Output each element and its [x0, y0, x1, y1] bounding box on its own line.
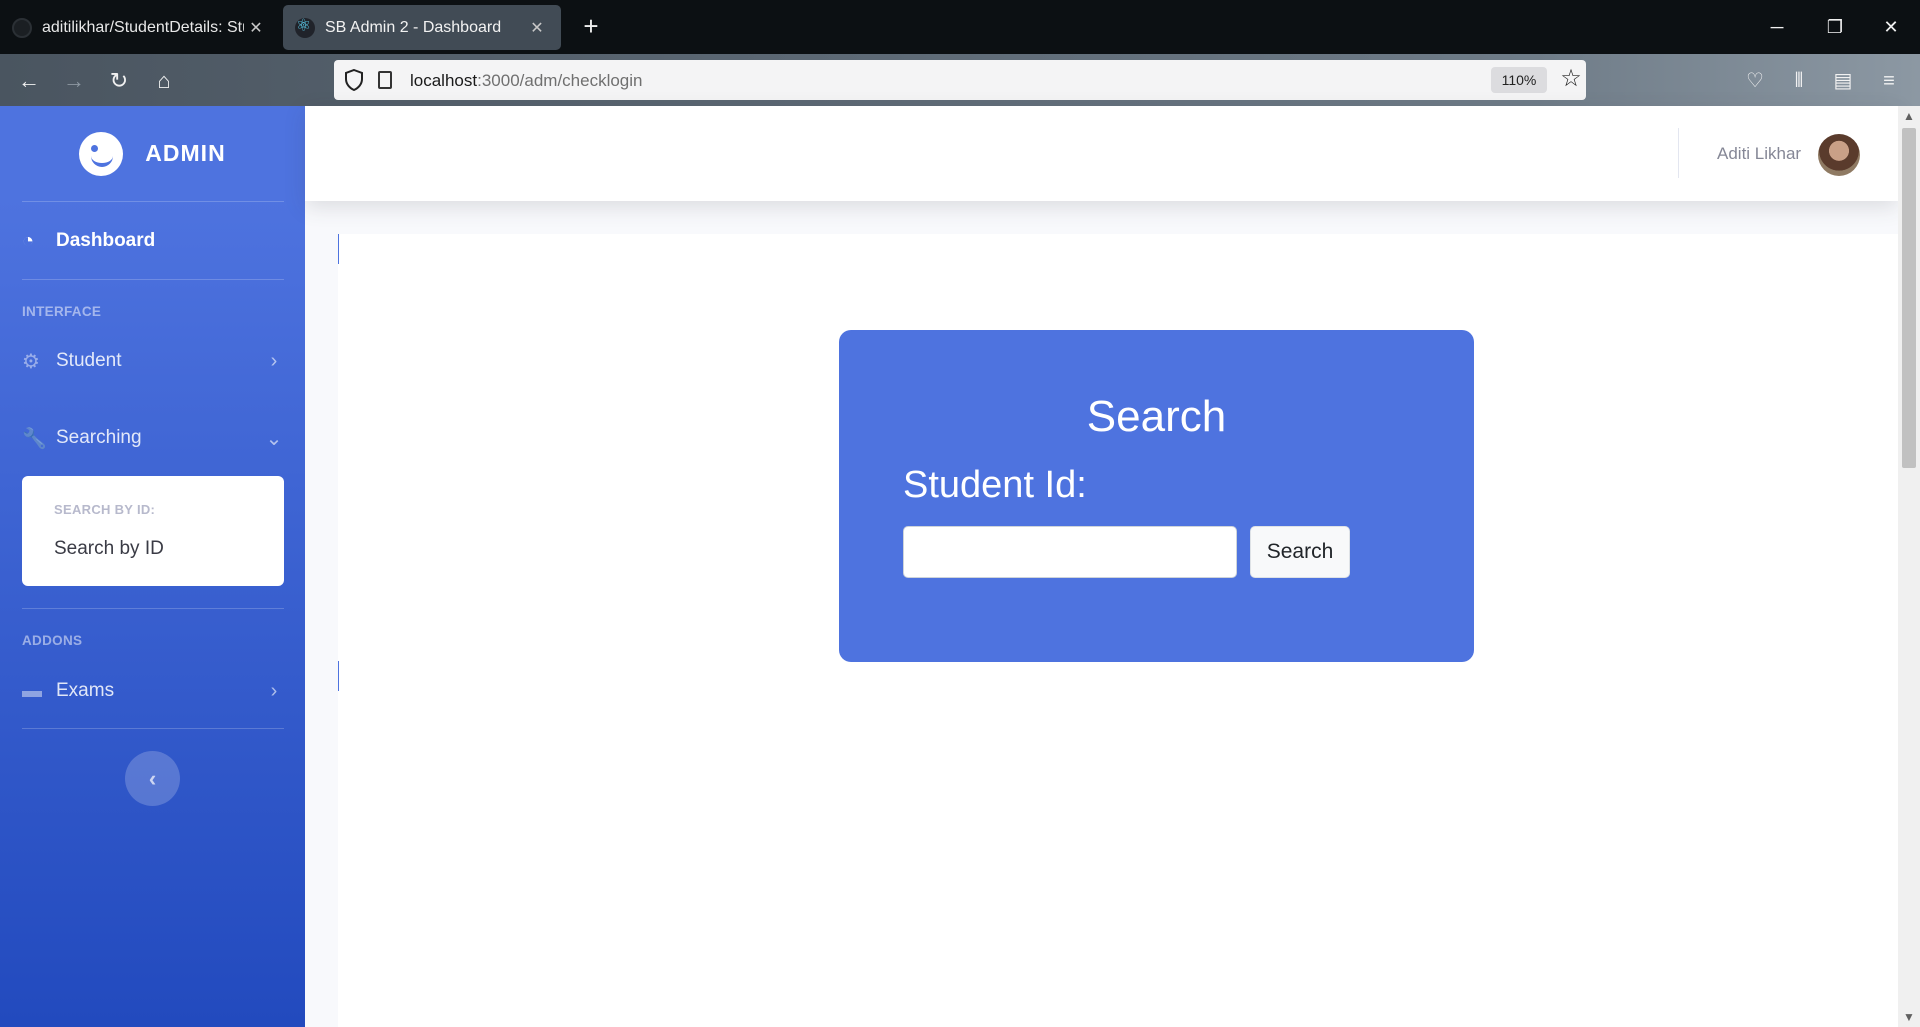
- wrench-icon: 🔧: [22, 427, 47, 450]
- submenu-item-search-by-id[interactable]: Search by ID: [54, 538, 164, 560]
- browser-tab-bar: aditilikhar/StudentDetails: Stude ✕ SB A…: [0, 0, 1920, 54]
- close-tab-icon[interactable]: ✕: [244, 18, 268, 38]
- tab-title: SB Admin 2 - Dashboard: [325, 18, 502, 36]
- back-icon[interactable]: ←: [12, 64, 46, 98]
- home-icon[interactable]: ⌂: [147, 64, 181, 98]
- topbar: Aditi Likhar: [305, 106, 1898, 201]
- bookmark-star-icon[interactable]: ☆: [1556, 64, 1586, 94]
- browser-tab-dashboard[interactable]: SB Admin 2 - Dashboard ✕: [283, 5, 561, 50]
- sidebar-item-exams[interactable]: ▬ Exams ›: [22, 669, 284, 713]
- chevron-down-icon: ⌄: [265, 427, 283, 450]
- browser-nav-bar: ← → ↻ ⌂ localhost:3000/adm/checklogin 11…: [0, 54, 1920, 106]
- reader-view-icon[interactable]: ▤: [1826, 64, 1860, 98]
- sidebar-item-searching[interactable]: 🔧 Searching ⌄: [22, 416, 284, 460]
- zoom-level-badge[interactable]: 110%: [1491, 67, 1547, 93]
- sidebar-heading-interface: INTERFACE: [22, 304, 102, 319]
- sidebar-item-dashboard[interactable]: ◔ Dashboard: [22, 219, 284, 263]
- search-card: Search Student Id: Search: [839, 330, 1474, 662]
- scrollbar-thumb[interactable]: [1902, 128, 1916, 468]
- laugh-wink-icon: [79, 131, 124, 176]
- tachometer-icon: ◔: [22, 229, 35, 252]
- sidebar-brand[interactable]: ADMIN: [0, 106, 305, 201]
- close-window-button[interactable]: ✕: [1866, 10, 1916, 44]
- close-tab-icon[interactable]: ✕: [525, 18, 549, 38]
- restore-window-button[interactable]: ❐: [1810, 10, 1860, 44]
- library-icon[interactable]: ⫴: [1782, 64, 1816, 98]
- user-name[interactable]: Aditi Likhar: [1717, 144, 1801, 164]
- sidebar-divider: [22, 201, 284, 202]
- page-icon: [378, 71, 392, 89]
- sidebar: ADMIN ◔ Dashboard INTERFACE ⚙ Student › …: [0, 106, 305, 1027]
- student-id-label: Student Id:: [903, 464, 1087, 506]
- sidebar-item-label: Searching: [56, 427, 142, 448]
- chevron-right-icon: ›: [270, 679, 278, 702]
- searching-submenu: SEARCH BY ID: Search by ID: [22, 476, 284, 586]
- folder-icon: ▬: [22, 679, 42, 702]
- student-id-input[interactable]: [903, 526, 1237, 578]
- gear-icon: ⚙: [22, 350, 40, 373]
- sidebar-item-label: Student: [56, 350, 122, 371]
- sidebar-toggle-button[interactable]: ‹: [125, 751, 180, 806]
- chevron-right-icon: ›: [270, 349, 278, 372]
- sidebar-item-label: Exams: [56, 680, 115, 701]
- github-icon: [12, 17, 32, 38]
- focus-marker: [338, 661, 339, 691]
- pocket-icon[interactable]: ♡: [1738, 64, 1772, 98]
- new-tab-button[interactable]: +: [574, 10, 608, 44]
- forward-icon[interactable]: →: [57, 64, 91, 98]
- address-bar[interactable]: localhost:3000/adm/checklogin 110% ☆: [334, 60, 1586, 100]
- search-button[interactable]: Search: [1250, 526, 1350, 578]
- sidebar-item-student[interactable]: ⚙ Student ›: [22, 339, 284, 383]
- scroll-down-icon[interactable]: ▼: [1898, 1007, 1920, 1027]
- reload-icon[interactable]: ↻: [102, 64, 136, 98]
- tab-title: aditilikhar/StudentDetails: Stude: [42, 18, 244, 36]
- shield-icon: [345, 69, 363, 91]
- main-content: Search Student Id: Search: [338, 234, 1898, 1027]
- submenu-heading: SEARCH BY ID:: [54, 502, 156, 517]
- topbar-divider: [1678, 128, 1679, 178]
- minimize-window-button[interactable]: ─: [1752, 10, 1802, 44]
- focus-marker: [338, 234, 339, 264]
- url-text[interactable]: localhost:3000/adm/checklogin: [410, 71, 643, 91]
- sidebar-item-label: Dashboard: [56, 230, 156, 251]
- sidebar-divider: [22, 279, 284, 280]
- browser-tab-github[interactable]: aditilikhar/StudentDetails: Stude ✕: [0, 5, 280, 50]
- sidebar-heading-addons: ADDONS: [22, 633, 83, 648]
- search-card-title: Search: [1086, 392, 1227, 441]
- sidebar-divider: [22, 608, 284, 609]
- menu-icon[interactable]: ≡: [1872, 64, 1906, 98]
- react-icon: [295, 16, 315, 38]
- brand-name: ADMIN: [145, 140, 226, 166]
- sidebar-divider: [22, 728, 284, 729]
- page-scrollbar[interactable]: ▲ ▼: [1898, 106, 1920, 1027]
- scroll-up-icon[interactable]: ▲: [1898, 106, 1920, 126]
- avatar[interactable]: [1818, 134, 1860, 176]
